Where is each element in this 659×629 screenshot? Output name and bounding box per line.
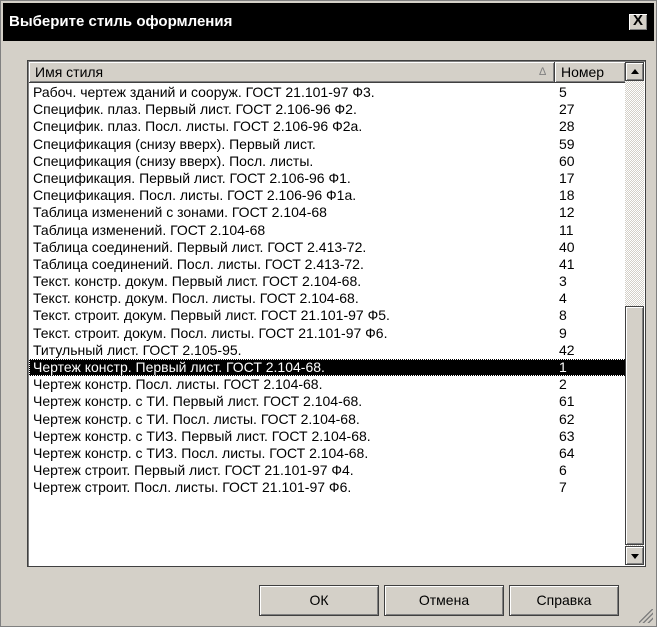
style-number-cell: 18	[559, 187, 575, 204]
style-name-cell: Текст. строит. докум. Первый лист. ГОСТ …	[33, 307, 390, 324]
style-list[interactable]: Имя стиля ∆ Номер Рабоч. чертеж зданий и…	[27, 60, 646, 567]
style-name-cell: Таблица соединений. Первый лист. ГОСТ 2.…	[33, 238, 367, 255]
triangle-down-icon	[631, 554, 639, 559]
column-header-style-name[interactable]: Имя стиля ∆	[29, 62, 555, 83]
style-number-cell: 11	[559, 221, 574, 238]
style-name-cell: Спецификация (снизу вверх). Первый лист.	[33, 135, 316, 152]
style-number-cell: 61	[559, 393, 575, 410]
list-row[interactable]: Таблица соединений. Первый лист. ГОСТ 2.…	[29, 239, 626, 256]
vertical-scrollbar[interactable]	[625, 62, 644, 565]
scroll-thumb[interactable]	[625, 306, 644, 545]
style-name-cell: Чертеж констр. с ТИЗ. Первый лист. ГОСТ …	[33, 427, 371, 444]
column-header-label: Номер	[561, 64, 605, 80]
style-number-cell: 59	[559, 135, 575, 152]
style-name-cell: Чертеж констр. Первый лист. ГОСТ 2.104-6…	[33, 359, 325, 375]
style-name-cell: Текст. констр. докум. Первый лист. ГОСТ …	[33, 273, 362, 290]
list-header: Имя стиля ∆ Номер	[29, 62, 626, 83]
column-header-number[interactable]: Номер	[555, 62, 626, 83]
list-row[interactable]: Спецификация. Посл. листы. ГОСТ 2.106-96…	[29, 187, 626, 204]
style-number-cell: 9	[559, 324, 567, 341]
style-name-cell: Титульный лист. ГОСТ 2.105-95.	[33, 341, 242, 358]
style-name-cell: Спецификация. Посл. листы. ГОСТ 2.106-96…	[33, 187, 357, 204]
style-number-cell: 27	[559, 101, 575, 118]
list-row[interactable]: Спецификация (снизу вверх). Посл. листы.…	[29, 153, 626, 170]
triangle-up-icon	[631, 69, 639, 74]
scroll-down-button[interactable]	[625, 546, 644, 565]
style-number-cell: 60	[559, 152, 575, 169]
style-number-cell: 3	[559, 273, 567, 290]
list-row[interactable]: Чертеж констр. Посл. листы. ГОСТ 2.104-6…	[29, 376, 626, 393]
list-row[interactable]: Чертеж констр. с ТИЗ. Посл. листы. ГОСТ …	[29, 445, 626, 462]
style-number-cell: 42	[559, 341, 575, 358]
style-name-cell: Чертеж констр. с ТИ. Посл. листы. ГОСТ 2…	[33, 410, 360, 427]
list-row[interactable]: Текст. констр. докум. Посл. листы. ГОСТ …	[29, 290, 626, 307]
list-row[interactable]: Текст. строит. докум. Первый лист. ГОСТ …	[29, 307, 626, 324]
style-name-cell: Чертеж констр. с ТИ. Первый лист. ГОСТ 2…	[33, 393, 363, 410]
style-name-cell: Спецификация. Первый лист. ГОСТ 2.106-96…	[33, 169, 351, 186]
style-number-cell: 12	[559, 204, 575, 221]
style-number-cell: 6	[559, 462, 567, 479]
sort-ascending-icon: ∆	[539, 66, 546, 78]
style-name-cell: Текст. строит. докум. Посл. листы. ГОСТ …	[33, 324, 388, 341]
style-number-cell: 2	[559, 376, 567, 393]
style-name-cell: Чертеж строит. Посл. листы. ГОСТ 21.101-…	[33, 479, 352, 496]
list-row[interactable]: Чертеж констр. с ТИ. Посл. листы. ГОСТ 2…	[29, 411, 626, 428]
scroll-up-button[interactable]	[625, 62, 644, 81]
style-name-cell: Таблица изменений. ГОСТ 2.104-68	[33, 221, 266, 238]
list-row[interactable]: Текст. констр. докум. Первый лист. ГОСТ …	[29, 273, 626, 290]
list-row[interactable]: Чертеж констр. Первый лист. ГОСТ 2.104-6…	[29, 359, 626, 377]
list-row[interactable]: Чертеж строит. Первый лист. ГОСТ 21.101-…	[29, 462, 626, 479]
style-number-cell: 7	[559, 479, 567, 496]
style-name-cell: Специфик. плаз. Посл. листы. ГОСТ 2.106-…	[33, 118, 363, 135]
list-row[interactable]: Специфик. плаз. Первый лист. ГОСТ 2.106-…	[29, 101, 626, 118]
list-row[interactable]: Чертеж констр. с ТИ. Первый лист. ГОСТ 2…	[29, 393, 626, 410]
list-row[interactable]: Специфик. плаз. Посл. листы. ГОСТ 2.106-…	[29, 118, 626, 135]
title-bar[interactable]: Выберите стиль оформления X	[3, 3, 654, 41]
style-dialog: Выберите стиль оформления X Имя стиля ∆ …	[0, 0, 657, 627]
ok-button[interactable]: ОК	[259, 585, 379, 616]
style-number-cell: 1	[559, 359, 567, 375]
style-name-cell: Таблица изменений с зонами. ГОСТ 2.104-6…	[33, 204, 327, 221]
style-number-cell: 63	[559, 427, 575, 444]
help-button[interactable]: Справка	[509, 585, 619, 616]
style-name-cell: Чертеж констр. с ТИЗ. Посл. листы. ГОСТ …	[33, 444, 369, 461]
list-row[interactable]: Спецификация. Первый лист. ГОСТ 2.106-96…	[29, 170, 626, 187]
style-number-cell: 4	[559, 290, 567, 307]
style-number-cell: 40	[559, 238, 575, 255]
style-number-cell: 28	[559, 118, 575, 135]
list-row[interactable]: Таблица изменений. ГОСТ 2.104-68 11	[29, 222, 626, 239]
style-number-cell: 41	[559, 255, 575, 272]
dialog-title: Выберите стиль оформления	[9, 13, 233, 30]
list-row[interactable]: Чертеж констр. с ТИЗ. Первый лист. ГОСТ …	[29, 428, 626, 445]
list-rows: Рабоч. чертеж зданий и сооруж. ГОСТ 21.1…	[29, 84, 626, 497]
cancel-button[interactable]: Отмена	[384, 585, 504, 616]
resize-grip-icon[interactable]	[639, 609, 653, 623]
style-name-cell: Чертеж строит. Первый лист. ГОСТ 21.101-…	[33, 462, 354, 479]
style-name-cell: Таблица соединений. Посл. листы. ГОСТ 2.…	[33, 255, 364, 272]
style-number-cell: 8	[559, 307, 567, 324]
list-row[interactable]: Титульный лист. ГОСТ 2.105-95. 42	[29, 342, 626, 359]
style-number-cell: 5	[559, 84, 567, 100]
style-number-cell: 17	[559, 169, 575, 186]
style-number-cell: 64	[559, 444, 575, 461]
style-name-cell: Чертеж констр. Посл. листы. ГОСТ 2.104-6…	[33, 376, 323, 393]
close-button[interactable]: X	[628, 12, 648, 31]
close-icon: X	[632, 12, 643, 29]
style-number-cell: 62	[559, 410, 575, 427]
list-row[interactable]: Спецификация (снизу вверх). Первый лист.…	[29, 136, 626, 153]
list-row[interactable]: Таблица соединений. Посл. листы. ГОСТ 2.…	[29, 256, 626, 273]
column-header-label: Имя стиля	[35, 64, 104, 80]
list-row[interactable]: Таблица изменений с зонами. ГОСТ 2.104-6…	[29, 204, 626, 221]
style-name-cell: Текст. констр. докум. Посл. листы. ГОСТ …	[33, 290, 359, 307]
style-name-cell: Спецификация (снизу вверх). Посл. листы.	[33, 152, 314, 169]
style-name-cell: Специфик. плаз. Первый лист. ГОСТ 2.106-…	[33, 101, 357, 118]
list-row[interactable]: Текст. строит. докум. Посл. листы. ГОСТ …	[29, 325, 626, 342]
style-name-cell: Рабоч. чертеж зданий и сооруж. ГОСТ 21.1…	[33, 84, 375, 100]
list-row[interactable]: Рабоч. чертеж зданий и сооруж. ГОСТ 21.1…	[29, 84, 626, 101]
list-row[interactable]: Чертеж строит. Посл. листы. ГОСТ 21.101-…	[29, 479, 626, 496]
